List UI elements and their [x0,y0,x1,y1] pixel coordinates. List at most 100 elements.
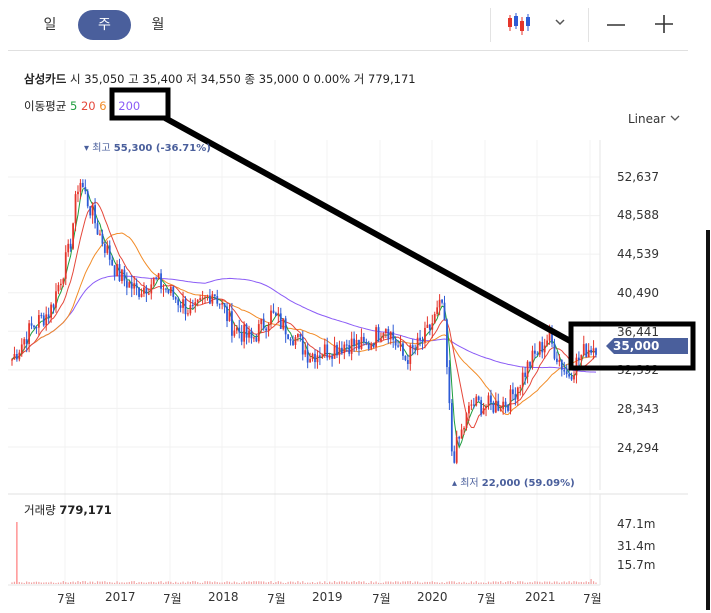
candle-body [514,394,517,400]
volume-bar [28,582,30,584]
candle-body [446,319,448,368]
candle-body [140,293,143,297]
x-tick: 2019 [312,590,343,604]
volume-bar [109,581,111,584]
candle-body [375,327,377,347]
candle-body [311,353,314,359]
volume-bar [548,581,551,584]
volume-bar [534,581,536,584]
candle-body [79,182,82,192]
volume-tick: 47.1m [617,517,656,531]
candle-body [370,343,373,349]
volume-bar [358,581,360,584]
volume-bar [461,582,463,584]
candle-body [145,287,148,294]
volume-bar [529,581,531,584]
candle-body [221,303,224,305]
candle-body [279,313,282,329]
candle-body [299,334,302,337]
volume-bar [568,581,570,584]
volume-bar [439,582,441,584]
candle-body [333,344,336,359]
candle-body [419,337,421,341]
volume-bar [470,581,472,584]
candle-body [118,264,121,282]
candle-body [169,286,172,293]
candle-body [177,299,180,306]
candle-body [84,187,87,192]
volume-bar [30,582,33,584]
volume-bar [360,581,363,584]
candle-body [52,304,55,308]
candle-body [42,315,45,326]
volume-bar [473,582,475,584]
x-tick: 7월 [477,592,496,606]
volume-bar [353,581,355,584]
candle-body [106,245,109,253]
volume-bar [387,581,389,584]
candle-body [289,339,292,341]
volume-bar [412,582,414,584]
volume-bar [35,581,38,584]
candle-body [138,287,140,297]
candle-body [573,375,575,380]
candle-body [406,360,409,364]
volume-bar [409,581,411,584]
volume-bar [77,581,79,584]
volume-bar [558,582,560,584]
candle-body [152,277,155,285]
candle-body [582,344,585,355]
candle-body [353,338,355,346]
candle-body [35,327,38,329]
candle-body [477,396,480,401]
volume-bar [429,581,431,584]
candle-body [519,387,522,389]
candle-body [103,243,106,253]
volume-bar [309,582,311,584]
candle-body [431,323,434,330]
volume-bar [72,581,74,584]
candle-body [238,327,241,333]
candle-body [470,404,473,406]
candle-body [45,314,48,326]
volume-bar [26,581,28,584]
volume-bar [500,581,502,584]
candle-body [321,355,324,358]
candle-body [358,339,360,349]
volume-bar [402,581,404,584]
candle-body [331,356,334,359]
volume-bar [541,582,543,584]
volume-bar [62,581,64,584]
volume-bar [346,581,348,584]
candle-body [534,350,536,354]
candle-body [130,282,133,289]
candle-body [255,337,258,342]
candle-body [304,350,307,355]
candle-body [108,245,111,260]
ma60-path [11,232,596,416]
candle-body [69,243,72,249]
volume-bar [314,582,316,584]
volume-bar [13,581,16,584]
candle-body [421,340,424,343]
volume-bar [101,581,104,584]
volume-bar [50,581,52,584]
candle-body [74,194,77,224]
candle-body [402,343,404,356]
candle-body [438,299,441,308]
current-price-label: 35,000 [613,339,660,353]
volume-bar [138,582,140,584]
volume-bar [563,581,565,584]
volume-bar [189,582,191,584]
volume-bar [578,582,580,584]
volume-bar [277,581,279,584]
candle-body [524,372,527,377]
candle-body [531,350,534,367]
candle-body [28,323,31,345]
candle-body [556,358,558,362]
ma200-path [11,275,597,373]
volume-bar [155,582,157,584]
volume-bar [341,581,343,584]
candle-body [485,406,487,409]
candle-body [384,329,387,333]
